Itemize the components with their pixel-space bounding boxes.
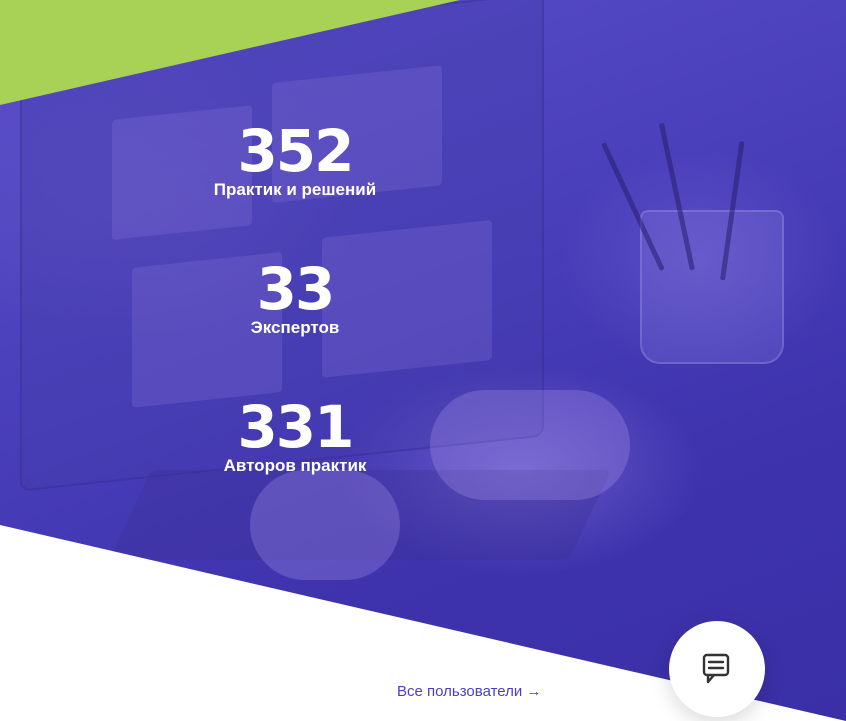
- stat-experts: 33 Экспертов: [195, 260, 395, 338]
- chat-icon: [702, 653, 730, 684]
- stat-value: 33: [256, 255, 336, 323]
- stat-label: Практик и решений: [213, 180, 377, 199]
- stat-value: 352: [237, 117, 354, 185]
- hand-image: [430, 390, 630, 500]
- chat-button[interactable]: [669, 621, 765, 717]
- page: 352 Практик и решений 33 Экспертов 331 А…: [0, 0, 846, 721]
- pencil-cup-image: [640, 210, 784, 364]
- stat-label: Авторов практик: [223, 456, 367, 475]
- pencil-image: [601, 142, 665, 272]
- hand-image: [250, 470, 400, 580]
- stat-practices: 352 Практик и решений: [185, 122, 405, 200]
- stat-value: 331: [237, 393, 354, 461]
- stat-authors: 331 Авторов практик: [190, 398, 400, 476]
- all-users-link[interactable]: Все пользователи →: [397, 683, 541, 700]
- stat-label: Экспертов: [250, 318, 340, 337]
- hero-background: [0, 0, 846, 721]
